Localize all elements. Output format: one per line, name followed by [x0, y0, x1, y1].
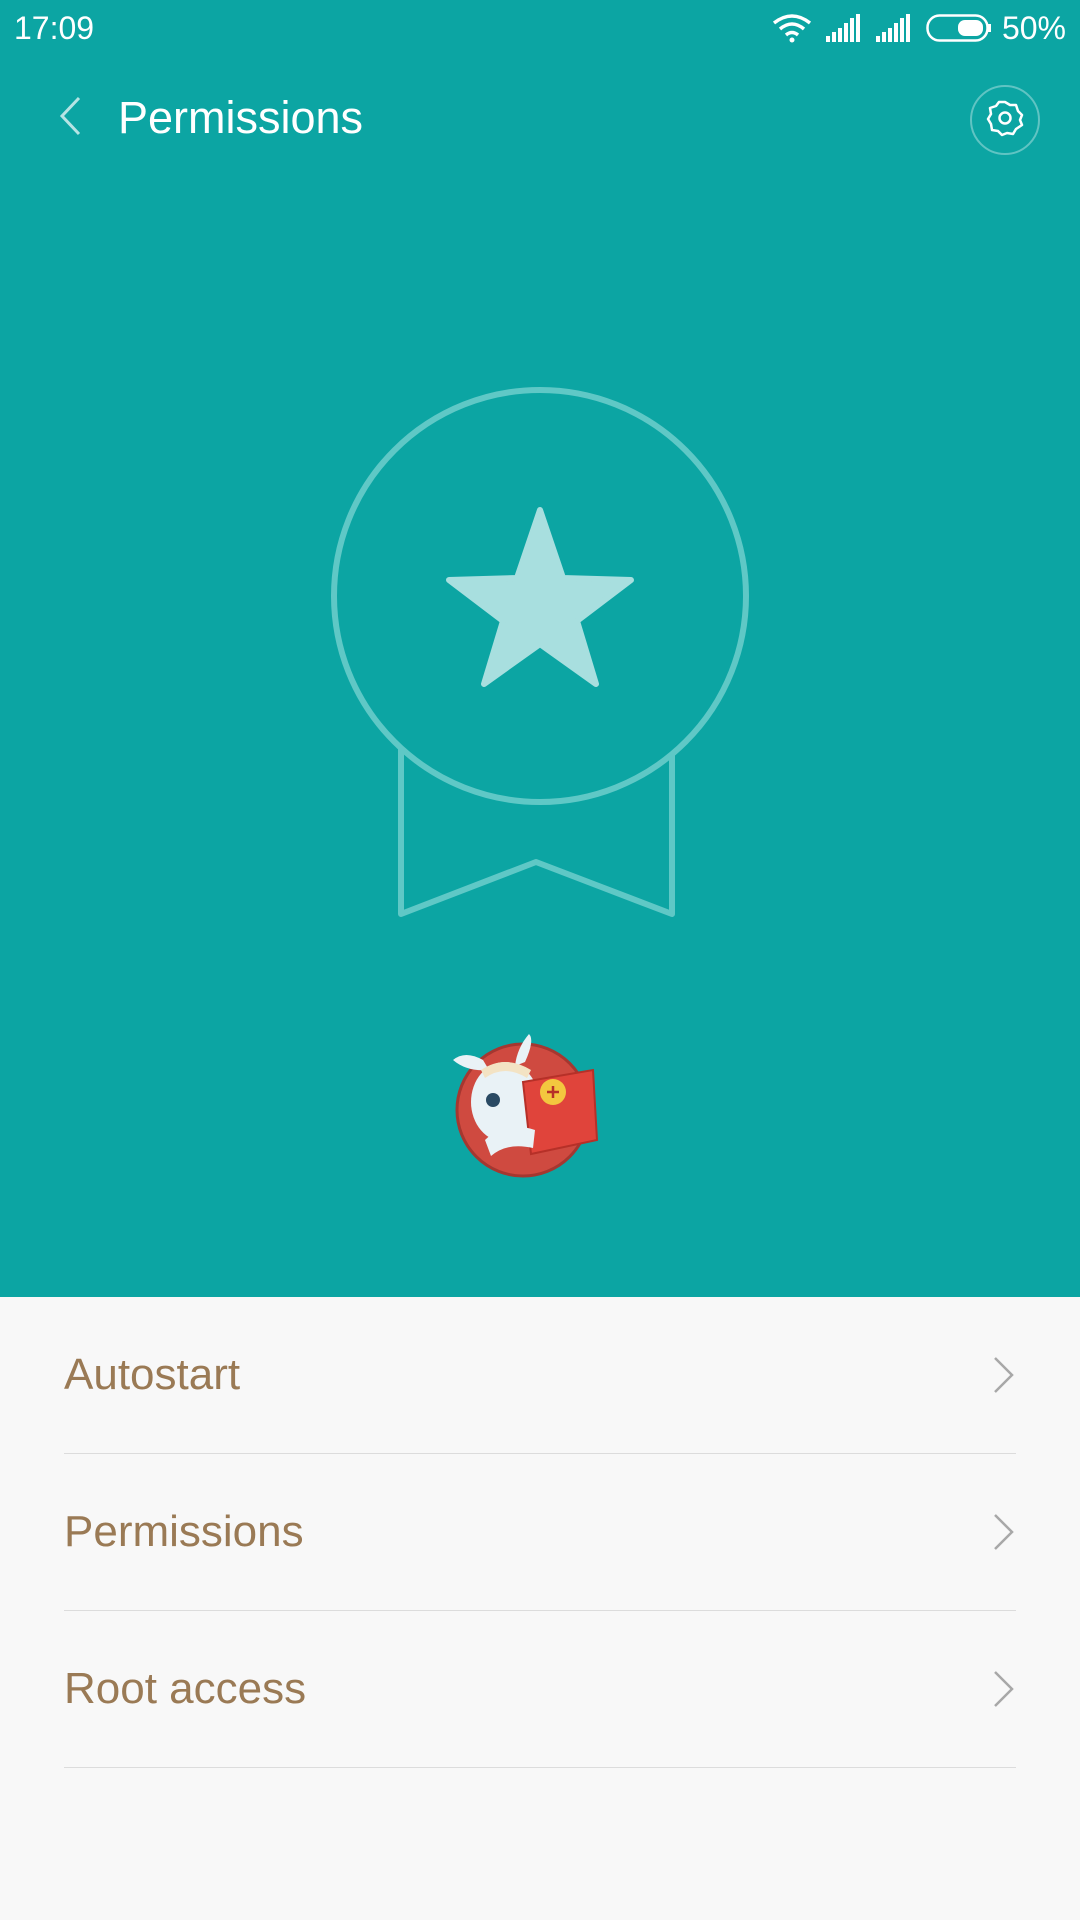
- list-item-permissions[interactable]: Permissions: [64, 1454, 1016, 1611]
- chevron-right-icon: [992, 1512, 1016, 1552]
- list-item-label: Root access: [64, 1664, 307, 1713]
- award-star-icon: [326, 384, 754, 929]
- page-title: Permissions: [118, 92, 364, 143]
- signal-icon: [875, 14, 912, 42]
- settings-button[interactable]: [970, 85, 1040, 155]
- permissions-screen: 17:09 50% Permissions Autostart Permissi…: [0, 0, 1080, 1920]
- chevron-right-icon: [992, 1355, 1016, 1395]
- gear-icon: [985, 98, 1025, 143]
- status-time: 17:09: [14, 10, 95, 46]
- mascot-avatar: [445, 1030, 605, 1185]
- wifi-icon: [772, 13, 812, 43]
- chevron-right-icon: [992, 1669, 1016, 1709]
- permissions-list: Autostart Permissions Root access: [0, 1297, 1080, 1768]
- hero-section: 17:09 50% Permissions: [0, 0, 1080, 1297]
- battery-icon: [926, 14, 992, 42]
- battery-percent: 50%: [1001, 10, 1066, 46]
- chevron-left-icon: [57, 95, 83, 142]
- list-item-label: Permissions: [64, 1507, 304, 1556]
- back-button[interactable]: [40, 84, 100, 152]
- status-bar: 17:09 50%: [0, 0, 1080, 56]
- status-icons: 50%: [772, 8, 1066, 48]
- signal-icon: [825, 14, 862, 42]
- list-item-label: Autostart: [64, 1350, 241, 1399]
- list-item-autostart[interactable]: Autostart: [64, 1297, 1016, 1454]
- list-item-root-access[interactable]: Root access: [64, 1611, 1016, 1768]
- header: Permissions: [0, 66, 1080, 170]
